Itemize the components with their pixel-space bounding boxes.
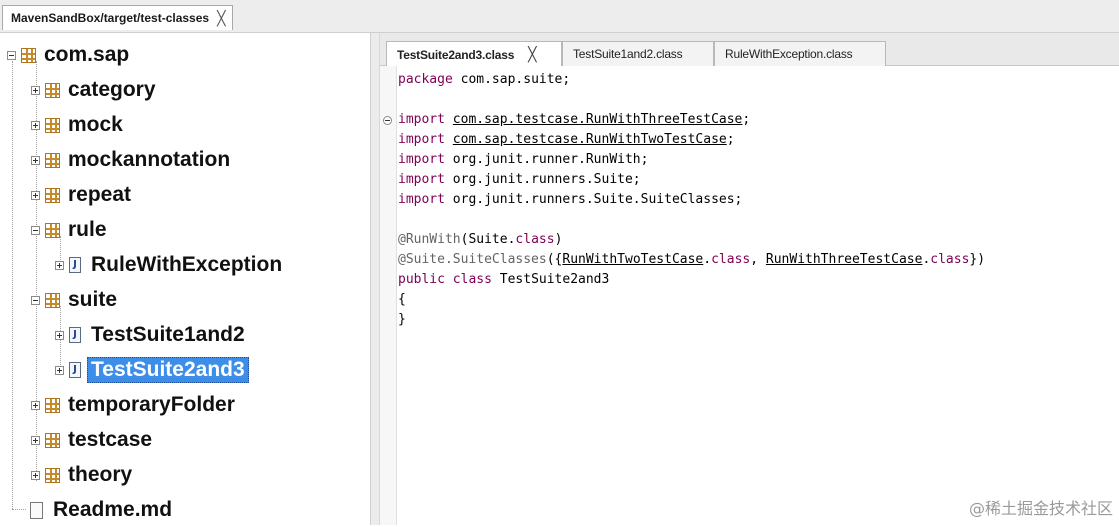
package-icon (45, 222, 60, 238)
package-icon (45, 187, 60, 203)
tree-node-mockannotation[interactable]: mockannotation (31, 143, 230, 177)
code-line: import org.junit.runners.Suite.SuiteClas… (398, 192, 743, 207)
code-line: } (398, 312, 406, 327)
tree-node-suite[interactable]: suite (31, 283, 117, 317)
code-line: package com.sap.suite; (398, 72, 571, 87)
tree-node-testcase[interactable]: testcase (31, 423, 152, 457)
expand-icon[interactable] (31, 470, 40, 480)
editor-gutter (380, 66, 397, 525)
tree-node-temporaryfolder[interactable]: temporaryFolder (31, 388, 235, 422)
project-tree: com.sap category mock mockannotation rep… (0, 33, 370, 525)
close-icon[interactable]: ╳ (528, 46, 536, 63)
tree-node-theory[interactable]: theory (31, 458, 132, 492)
code-line: import org.junit.runners.Suite; (398, 172, 641, 187)
code-line: import com.sap.testcase.RunWithThreeTest… (398, 112, 751, 127)
expand-icon[interactable] (55, 365, 64, 375)
panel-tab-label: MavenSandBox/target/test-classes (11, 11, 210, 25)
code-line: public class TestSuite2and3 (398, 272, 610, 287)
tree-guide-line (12, 61, 13, 509)
code-line: @Suite.SuiteClasses({RunWithTwoTestCase.… (398, 252, 986, 267)
class-file-icon: J (69, 257, 81, 273)
editor-tab-testsuite2and3[interactable]: TestSuite2and3.class ╳ (386, 41, 562, 67)
tree-node-readme[interactable]: Readme.md (30, 493, 172, 527)
document-icon (30, 501, 43, 519)
selected-node-label: TestSuite2and3 (87, 357, 249, 383)
tree-node-category[interactable]: category (31, 73, 156, 107)
tree-node-rule[interactable]: rule (31, 213, 107, 247)
expand-icon[interactable] (55, 330, 64, 340)
tree-node-testsuite1and2[interactable]: J TestSuite1and2 (55, 318, 245, 352)
tree-node-com-sap[interactable]: com.sap (7, 38, 129, 72)
expand-icon[interactable] (31, 120, 40, 130)
panel-tab-test-classes[interactable]: MavenSandBox/target/test-classes ╳ (2, 5, 233, 30)
code-editor[interactable]: package com.sap.suite; import com.sap.te… (380, 66, 1119, 525)
expand-icon[interactable] (31, 400, 40, 410)
fold-icon[interactable] (383, 116, 392, 125)
tree-node-mock[interactable]: mock (31, 108, 123, 142)
editor-tab-bar: TestSuite2and3.class ╳ TestSuite1and2.cl… (380, 33, 1119, 67)
package-icon (45, 82, 60, 98)
expand-icon[interactable] (31, 435, 40, 445)
expand-icon[interactable] (31, 190, 40, 200)
class-file-icon: J (69, 327, 81, 343)
collapse-icon[interactable] (31, 225, 40, 235)
panel-tab-strip: MavenSandBox/target/test-classes ╳ (0, 0, 1119, 33)
package-icon (45, 397, 60, 413)
package-icon (45, 292, 60, 308)
code-line: { (398, 292, 406, 307)
code-line: import com.sap.testcase.RunWithTwoTestCa… (398, 132, 735, 147)
expand-icon[interactable] (31, 85, 40, 95)
collapse-icon[interactable] (31, 295, 40, 305)
expand-icon[interactable] (55, 260, 64, 270)
package-icon (45, 152, 60, 168)
code-line: @RunWith(Suite.class) (398, 232, 563, 247)
package-icon (45, 467, 60, 483)
expand-icon[interactable] (31, 155, 40, 165)
editor-tab-testsuite1and2[interactable]: TestSuite1and2.class (562, 41, 714, 66)
package-icon (45, 117, 60, 133)
tree-node-rulewithexception[interactable]: J RuleWithException (55, 248, 282, 282)
package-icon (21, 47, 36, 63)
editor-tab-rulewithexception[interactable]: RuleWithException.class (714, 41, 886, 66)
tree-guide-line (12, 509, 26, 510)
close-icon[interactable]: ╳ (217, 10, 225, 27)
watermark: @稀土掘金技术社区 (968, 499, 1113, 518)
collapse-icon[interactable] (7, 50, 16, 60)
tree-node-testsuite2and3[interactable]: J TestSuite2and3 (55, 353, 249, 387)
code-content: package com.sap.suite; import com.sap.te… (398, 70, 985, 330)
code-line: import org.junit.runner.RunWith; (398, 152, 649, 167)
package-icon (45, 432, 60, 448)
tree-node-repeat[interactable]: repeat (31, 178, 131, 212)
class-file-icon: J (69, 362, 81, 378)
panel-splitter[interactable] (370, 33, 380, 525)
